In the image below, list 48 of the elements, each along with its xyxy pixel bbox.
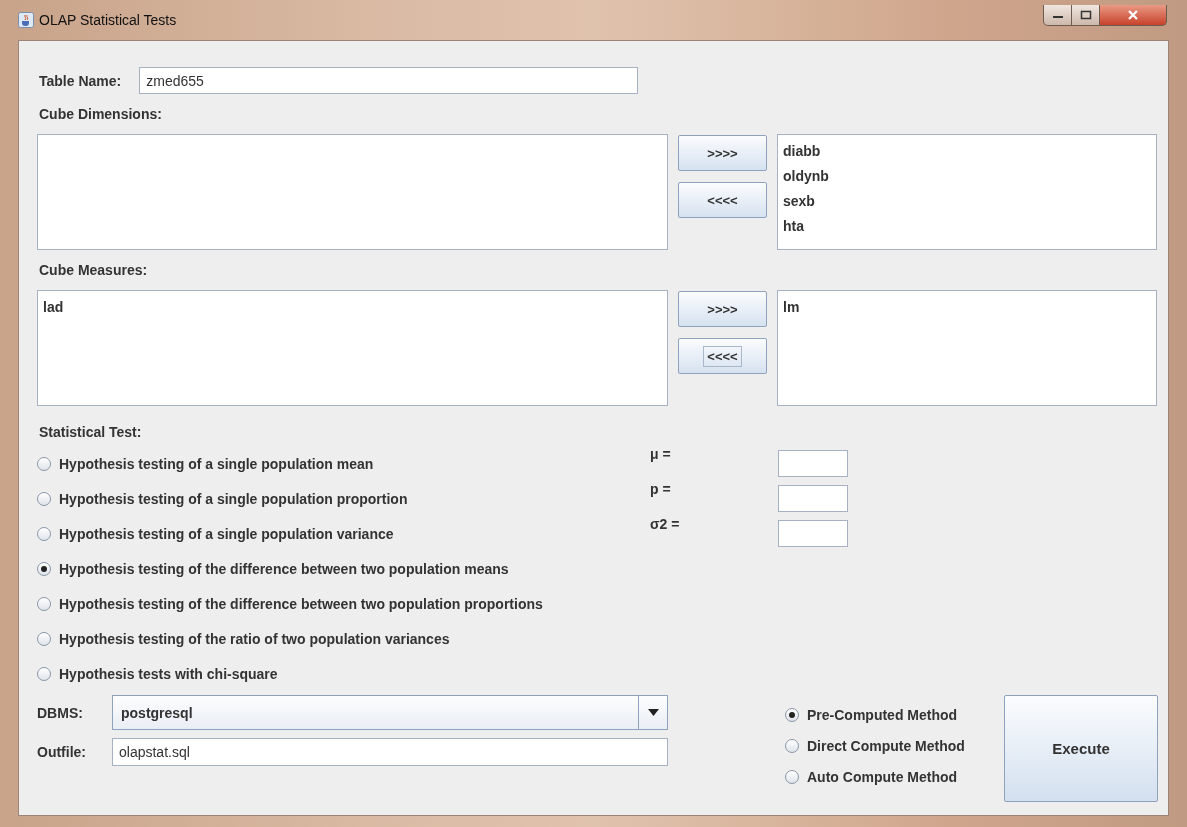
remove-button[interactable]: <<<< <box>678 338 767 374</box>
radio-option[interactable]: Hypothesis testing of the difference between two population means <box>37 560 509 577</box>
list-item[interactable]: lad <box>43 295 64 320</box>
radio-option[interactable]: Hypothesis tests with chi-square <box>37 665 278 682</box>
close-button[interactable] <box>1099 5 1167 26</box>
radio-option[interactable]: Hypothesis testing of the ratio of two population variances <box>37 630 450 647</box>
execute-button[interactable]: Execute <box>1004 695 1158 802</box>
add-button[interactable]: >>>> <box>678 291 767 327</box>
section-label: Cube Dimensions: <box>39 106 163 122</box>
radio-option[interactable]: Hypothesis testing of a single population proportion <box>37 490 408 507</box>
outfile-field[interactable]: olapstat.sql <box>112 738 668 766</box>
radio-option[interactable]: Direct Compute Method <box>785 738 965 754</box>
maximize-icon <box>1079 10 1092 20</box>
dbms-dropdown[interactable]: postgresql <box>112 695 668 730</box>
java-cup-icon <box>18 12 34 28</box>
field-label: Table Name: <box>39 72 122 89</box>
list-item[interactable]: sexb <box>783 189 815 214</box>
list-item[interactable]: hta <box>783 214 804 239</box>
chosen-list[interactable]: diabb oldynb sexb hta <box>777 134 1157 250</box>
field-label: Outfile: <box>37 744 87 760</box>
radio-option[interactable]: Pre-Computed Method <box>785 707 958 723</box>
parameter-label: σ2 = <box>650 516 681 532</box>
parameter-label: μ = <box>650 446 672 462</box>
parameter-field[interactable] <box>778 450 848 477</box>
maximize-button[interactable] <box>1071 5 1100 26</box>
list-item[interactable]: oldynb <box>783 164 829 189</box>
table-name-field[interactable]: zmed655 <box>139 67 639 94</box>
radio-option[interactable]: Hypothesis testing of a single population mean <box>37 455 374 472</box>
minimize-button[interactable] <box>1043 5 1072 26</box>
parameter-field[interactable] <box>778 520 848 547</box>
section-label: Statistical Test: <box>39 424 143 440</box>
available-list[interactable]: lad <box>37 290 668 406</box>
dropdown-arrow-icon <box>647 709 659 716</box>
parameter-label: p = <box>650 481 672 497</box>
remove-button[interactable]: <<<< <box>678 182 767 218</box>
field-label: DBMS: <box>37 704 84 721</box>
section-label: Cube Measures: <box>39 262 149 278</box>
radio-option[interactable]: Auto Compute Method <box>785 769 958 785</box>
parameter-field[interactable] <box>778 485 848 512</box>
radio-option[interactable]: Hypothesis testing of a single population variance <box>37 525 394 542</box>
list-item[interactable]: lm <box>783 295 800 320</box>
list-item[interactable]: diabb <box>783 139 821 164</box>
close-icon <box>1127 10 1139 20</box>
radio-option[interactable]: Hypothesis testing of the difference between two population proportions <box>37 595 543 612</box>
add-button[interactable]: >>>> <box>678 135 767 171</box>
window-title: OLAP Statistical Tests <box>39 12 178 28</box>
available-list[interactable] <box>37 134 668 250</box>
chosen-list[interactable]: lm <box>777 290 1157 406</box>
